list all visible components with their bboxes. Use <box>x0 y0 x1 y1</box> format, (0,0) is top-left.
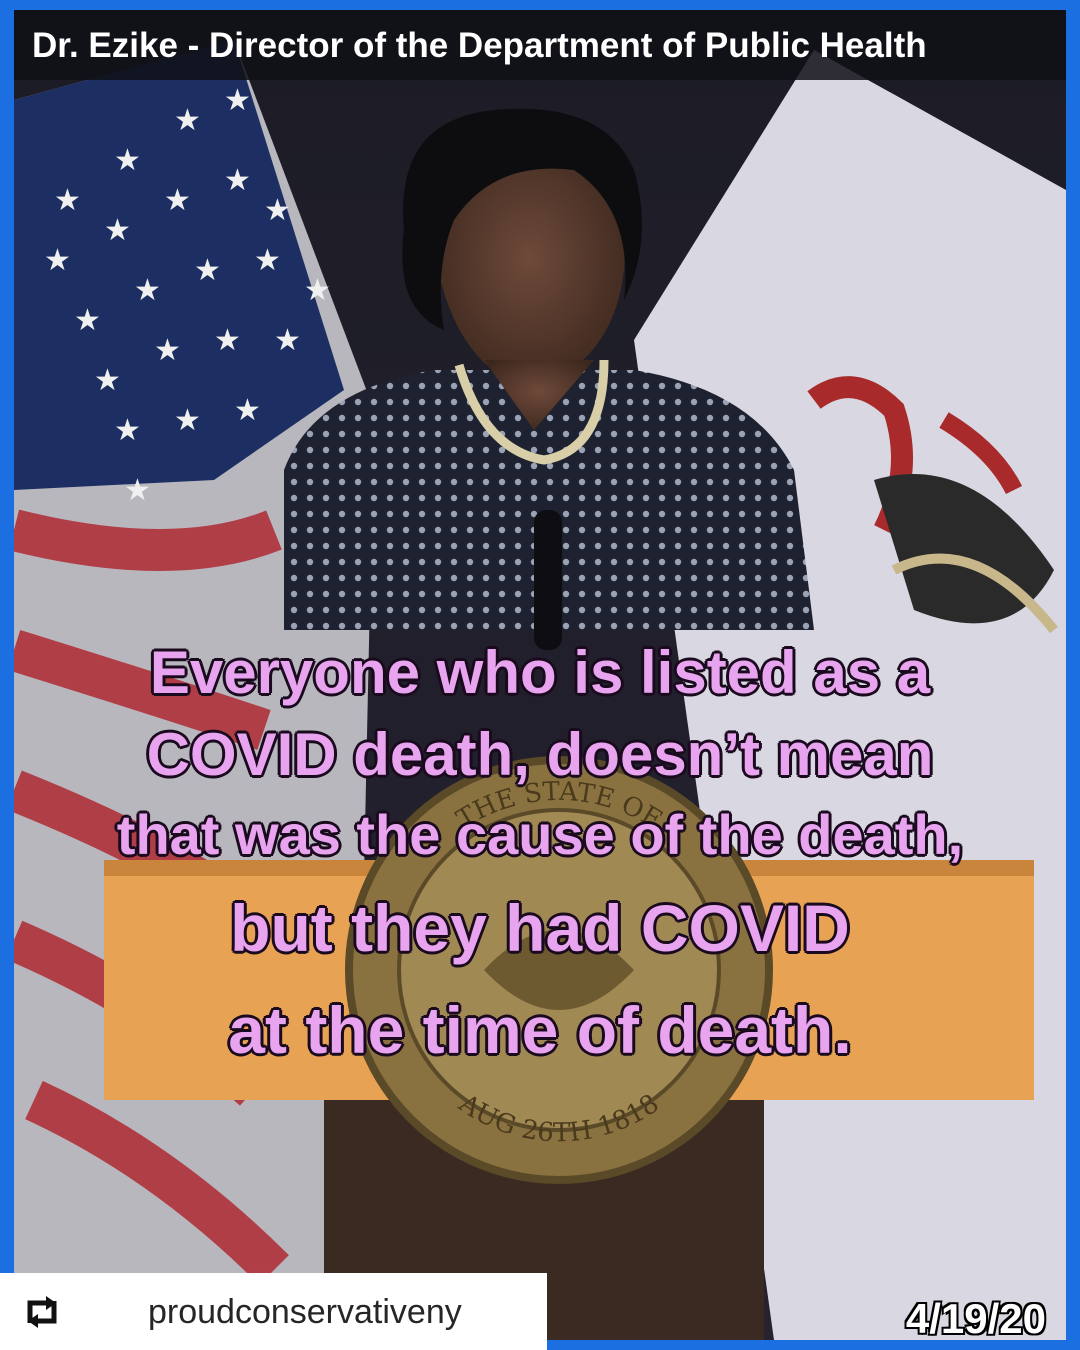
video-still[interactable]: ★ ★ ★ ★ ★ ★ ★ ★ ★ ★ ★ ★ ★ ★ ★ ★ ★ ★ ★ ★ ★ ★ <box>14 10 1066 1340</box>
svg-text:★: ★ <box>54 183 81 218</box>
caption-line: Everyone who is listed as a <box>149 639 931 706</box>
repost-username[interactable]: proudconservativeny <box>148 1293 462 1332</box>
svg-text:★: ★ <box>134 273 161 308</box>
header-banner: Dr. Ezike - Director of the Department o… <box>14 10 1066 80</box>
svg-text:★: ★ <box>104 213 131 248</box>
post-frame: ★ ★ ★ ★ ★ ★ ★ ★ ★ ★ ★ ★ ★ ★ ★ ★ ★ ★ ★ ★ ★ ★ <box>0 0 1080 1350</box>
repost-bar[interactable]: proudconservativeny <box>0 1273 547 1350</box>
svg-text:★: ★ <box>224 163 251 198</box>
header-title: Dr. Ezike - Director of the Department o… <box>32 26 927 65</box>
svg-text:★: ★ <box>154 333 181 368</box>
svg-text:★: ★ <box>114 143 141 178</box>
svg-text:★: ★ <box>224 83 251 118</box>
repost-icon[interactable] <box>22 1295 62 1329</box>
svg-text:★: ★ <box>174 403 201 438</box>
svg-text:★: ★ <box>304 273 331 308</box>
svg-text:★: ★ <box>274 323 301 358</box>
svg-text:★: ★ <box>194 253 221 288</box>
svg-text:★: ★ <box>214 323 241 358</box>
svg-text:★: ★ <box>164 183 191 218</box>
svg-text:★: ★ <box>234 393 261 428</box>
date-stamp: 4/19/20 <box>905 1295 1046 1340</box>
svg-text:★: ★ <box>94 363 121 398</box>
svg-text:★: ★ <box>44 243 71 278</box>
svg-text:★: ★ <box>114 413 141 448</box>
svg-text:★: ★ <box>264 193 291 228</box>
svg-text:★: ★ <box>74 303 101 338</box>
caption-line: that was the cause of the death, <box>116 803 964 866</box>
caption-line: but they had COVID <box>230 891 850 965</box>
caption-line: COVID death, doesn’t mean <box>146 721 934 788</box>
svg-text:★: ★ <box>124 473 151 508</box>
caption-line: at the time of death. <box>228 993 852 1067</box>
svg-text:★: ★ <box>254 243 281 278</box>
svg-text:★: ★ <box>174 103 201 138</box>
